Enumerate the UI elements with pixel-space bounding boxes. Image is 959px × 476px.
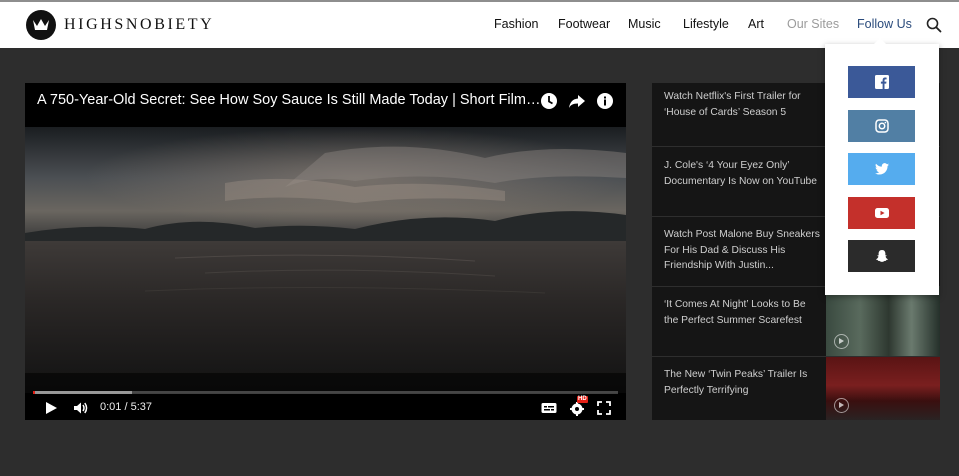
instagram-button[interactable] [848,110,915,142]
related-item-thumbnail[interactable] [826,357,940,420]
related-item[interactable]: ‘It Comes At Night’ Looks to Be the Perf… [652,287,940,357]
related-item-title[interactable]: ‘It Comes At Night’ Looks to Be the Perf… [664,297,822,328]
youtube-button[interactable] [848,197,915,229]
follow-us-dropdown [825,38,939,295]
brand-logo-text[interactable]: HIGHSNOBIETY [64,16,214,34]
related-item-thumbnail[interactable] [826,287,940,356]
search-icon[interactable] [925,16,943,34]
video-frame [25,83,626,420]
nav-footwear[interactable]: Footwear [558,17,610,31]
nav-lifestyle[interactable]: Lifestyle [683,17,729,31]
video-time: 0:01 / 5:37 [100,401,152,413]
related-item-title[interactable]: Watch Netflix's First Trailer for ‘House… [664,89,822,120]
snapchat-icon [875,250,888,262]
nav-music[interactable]: Music [628,17,661,31]
twitter-icon [874,163,889,175]
fullscreen-icon[interactable] [595,399,613,417]
progress-buffered [33,391,133,394]
related-item-title[interactable]: J. Cole's ‘4 Your Eyez Only’ Documentary… [664,158,822,189]
info-icon[interactable] [595,91,615,111]
nav-follow-us[interactable]: Follow Us [857,17,912,31]
play-icon[interactable] [42,399,60,417]
captions-icon[interactable] [540,399,558,417]
twitter-button[interactable] [848,153,915,185]
progress-played [33,391,36,394]
play-circle-icon [834,334,849,349]
nav-our-sites[interactable]: Our Sites [787,17,839,31]
youtube-icon [874,208,889,218]
video-title[interactable]: A 750-Year-Old Secret: See How Soy Sauce… [37,92,542,108]
related-item[interactable]: The New ‘Twin Peaks’ Trailer Is Perfectl… [652,357,940,420]
video-player[interactable]: A 750-Year-Old Secret: See How Soy Sauce… [25,83,626,420]
site-header: HIGHSNOBIETY Fashion Footwear Music Life… [0,2,959,48]
related-item-title[interactable]: The New ‘Twin Peaks’ Trailer Is Perfectl… [664,367,822,398]
nav-fashion[interactable]: Fashion [494,17,538,31]
play-circle-icon [834,398,849,413]
settings-icon[interactable]: HD [568,396,588,417]
facebook-icon [874,75,889,89]
progress-bar[interactable] [33,391,618,394]
logo-crown-icon[interactable] [26,10,56,40]
share-icon[interactable] [567,91,587,111]
facebook-button[interactable] [848,66,915,98]
instagram-icon [874,119,889,133]
snapchat-button[interactable] [848,240,915,272]
watch-later-icon[interactable] [539,91,559,111]
nav-art[interactable]: Art [748,17,764,31]
hd-badge: HD [577,396,588,403]
related-item-title[interactable]: Watch Post Malone Buy Sneakers For His D… [664,227,822,274]
volume-icon[interactable] [72,399,90,417]
